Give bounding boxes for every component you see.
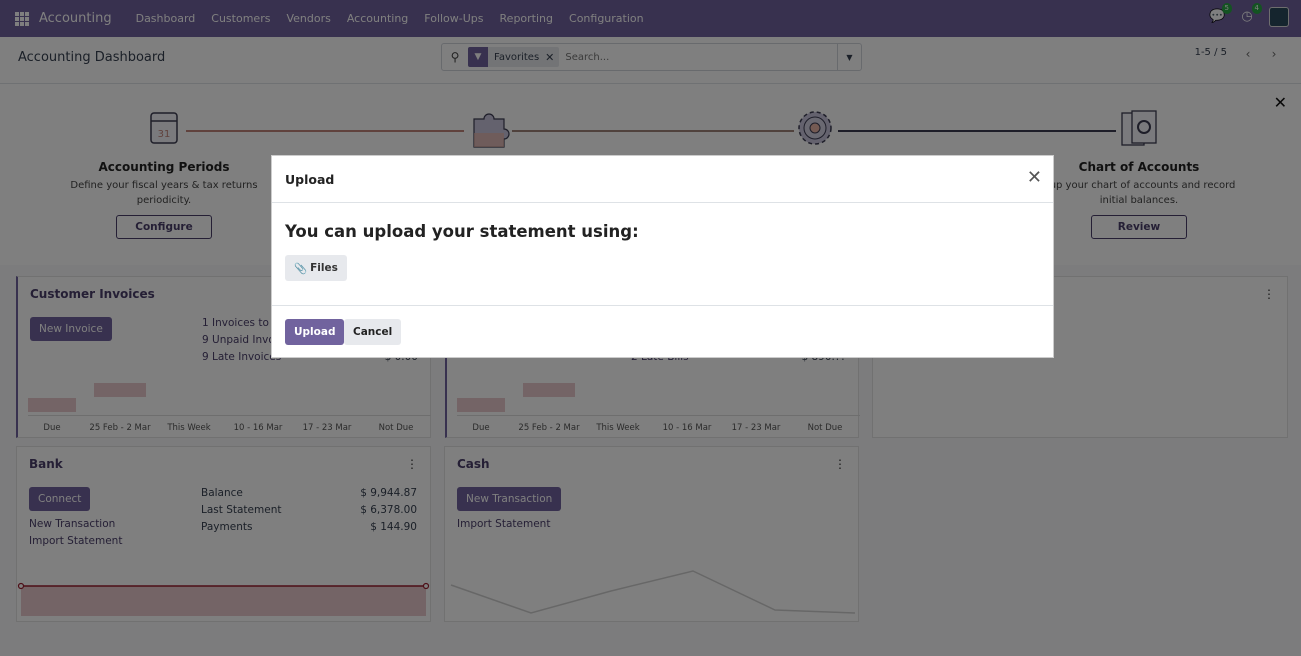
dialog-title: Upload — [285, 172, 335, 187]
upload-dialog: Upload ✕ You can upload your statement u… — [271, 155, 1054, 358]
paperclip-icon: 📎 — [294, 262, 308, 275]
close-icon[interactable]: ✕ — [1027, 168, 1042, 188]
files-label: Files — [310, 262, 338, 274]
dialog-footer: Upload Cancel — [272, 305, 1053, 359]
cancel-button[interactable]: Cancel — [344, 319, 402, 345]
upload-question: You can upload your statement using: — [285, 222, 639, 241]
files-button[interactable]: 📎 Files — [285, 255, 347, 281]
upload-button[interactable]: Upload — [285, 319, 345, 345]
dialog-header: Upload ✕ — [272, 156, 1053, 203]
